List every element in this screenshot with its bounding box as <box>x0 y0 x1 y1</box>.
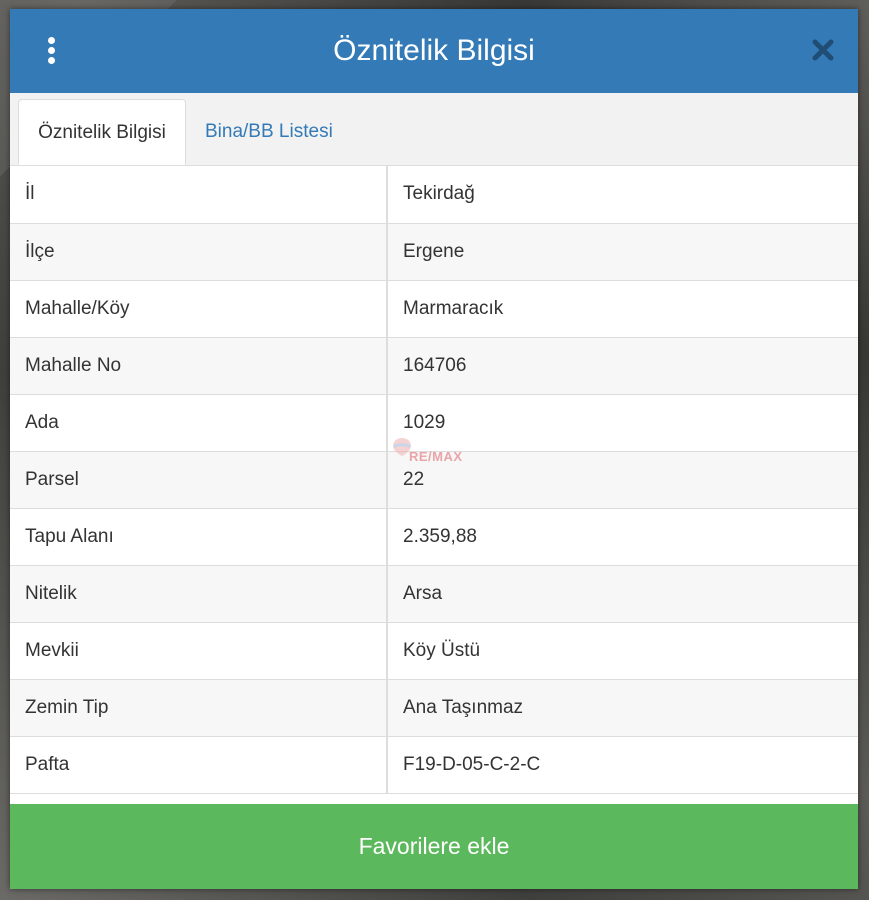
tab-bar: Öznitelik Bilgisi Bina/BB Listesi <box>10 93 858 166</box>
attribute-value: Ana Taşınmaz <box>387 679 858 737</box>
remax-watermark: RE/MAX <box>391 436 483 466</box>
attribute-key: Zemin Tip <box>10 679 388 737</box>
attribute-value: Tekirdağ <box>387 166 858 224</box>
table-row: Pafta F19-D-05-C-2-C <box>10 736 858 794</box>
watermark-text: RE/MAX <box>409 449 463 464</box>
attribute-key: İl <box>10 166 388 224</box>
table-row: Mahalle/Köy Marmaracık <box>10 280 858 338</box>
tab-attribute-info[interactable]: Öznitelik Bilgisi <box>18 99 186 165</box>
attribute-key: Mevkii <box>10 622 388 680</box>
attribute-value: F19-D-05-C-2-C <box>387 736 858 794</box>
table-row: Zemin Tip Ana Taşınmaz <box>10 679 858 737</box>
attribute-key: İlçe <box>10 223 388 281</box>
attribute-key: Tapu Alanı <box>10 508 388 566</box>
modal-title: Öznitelik Bilgisi <box>333 34 535 67</box>
table-row: İlçe Ergene <box>10 223 858 281</box>
attribute-info-modal: Öznitelik Bilgisi Öznitelik Bilgisi Bina… <box>10 9 858 889</box>
attribute-value: 2.359,88 <box>387 508 858 566</box>
attribute-key: Ada <box>10 394 388 452</box>
attribute-value: Arsa <box>387 565 858 623</box>
attribute-key: Pafta <box>10 736 388 794</box>
attribute-value: Marmaracık <box>387 280 858 338</box>
table-row: Mahalle No 164706 <box>10 337 858 395</box>
attribute-key: Nitelik <box>10 565 388 623</box>
attribute-value: Köy Üstü <box>387 622 858 680</box>
attribute-value: Ergene <box>387 223 858 281</box>
table-row: Nitelik Arsa <box>10 565 858 623</box>
attribute-table: İl Tekirdağ İlçe Ergene Mahalle/Köy Marm… <box>10 166 858 794</box>
attribute-key: Mahalle/Köy <box>10 280 388 338</box>
table-row: Tapu Alanı 2.359,88 <box>10 508 858 566</box>
attribute-value: 164706 <box>387 337 858 395</box>
add-to-favorites-button[interactable]: Favorilere ekle <box>10 804 858 889</box>
close-icon[interactable] <box>810 37 836 63</box>
tab-building-list[interactable]: Bina/BB Listesi <box>191 99 347 165</box>
table-row: Mevkii Köy Üstü <box>10 622 858 680</box>
modal-header: Öznitelik Bilgisi <box>10 9 858 93</box>
attribute-key: Parsel <box>10 451 388 509</box>
table-row: İl Tekirdağ <box>10 166 858 224</box>
attribute-key: Mahalle No <box>10 337 388 395</box>
